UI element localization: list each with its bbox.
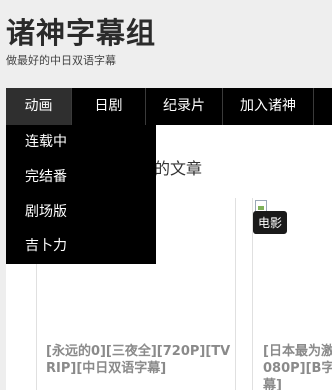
post-card[interactable]: 电影 [日本最为激[1080P][B字幕] (252, 198, 332, 390)
nav-item-more[interactable] (314, 88, 332, 125)
section-heading: 的文章 (154, 159, 203, 178)
dropdown-item-completed[interactable]: 完结番 (6, 160, 156, 195)
post-title[interactable]: [日本最为激[1080P][B字幕] (263, 343, 332, 390)
nav-item-drama[interactable]: 日剧 (72, 88, 146, 125)
site-header: 诸神字幕组 做最好的中日双语字幕 (0, 0, 332, 88)
main-nav: 动画 日剧 纪录片 加入诸神 (6, 88, 332, 125)
category-badge[interactable]: 电影 (253, 211, 288, 234)
post-title[interactable]: [永远的0][三夜全][720P][TVRIP][中日双语字幕] (46, 343, 236, 377)
dropdown-item-ghibli[interactable]: 吉卜力 (6, 229, 156, 264)
nav-item-join[interactable]: 加入诸神 (223, 88, 314, 125)
nav-item-documentary[interactable]: 纪录片 (146, 88, 223, 125)
site-title[interactable]: 诸神字幕组 (6, 10, 156, 52)
dropdown-item-ongoing[interactable]: 连载中 (6, 125, 156, 160)
site-tagline: 做最好的中日双语字幕 (6, 54, 116, 67)
anime-dropdown-menu: 连载中 完结番 剧场版 吉卜力 (6, 125, 156, 264)
dropdown-item-movies[interactable]: 剧场版 (6, 195, 156, 230)
page: 诸神字幕组 做最好的中日双语字幕 动画 日剧 纪录片 加入诸神 的文章 [永远的… (0, 0, 332, 390)
nav-item-anime[interactable]: 动画 (6, 88, 72, 125)
